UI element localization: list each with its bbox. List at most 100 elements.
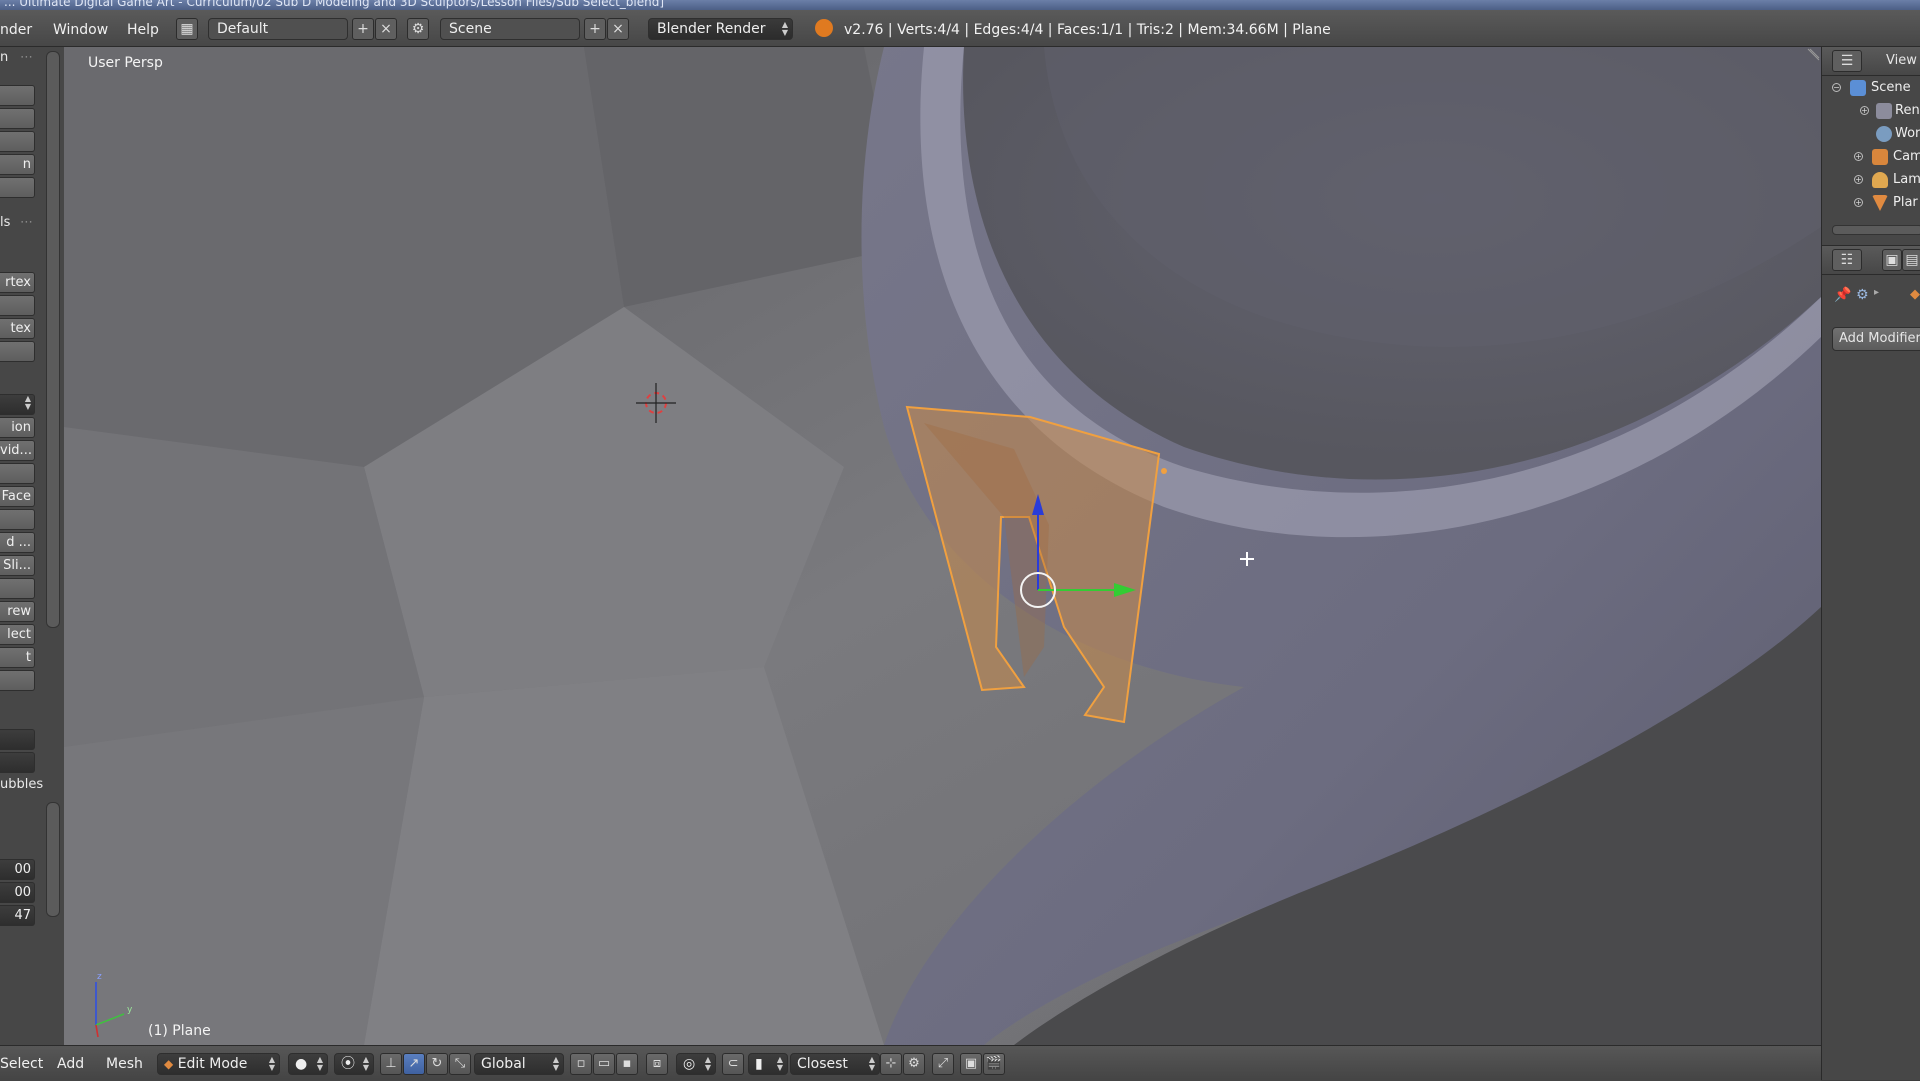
tool-button[interactable]: d ... [0, 532, 35, 553]
menu-window[interactable]: Window [53, 22, 108, 38]
mode-dropdown[interactable]: ◆ Edit Mode ▲ ▼ [157, 1053, 280, 1075]
tool-button[interactable] [0, 341, 35, 362]
snap-project-icon[interactable]: ⚙ [903, 1053, 925, 1075]
viewport-header: Select Add Mesh ◆ Edit Mode ▲ ▼ ● ▲ ▼ ⦿ ▲ ▼… [0, 1045, 1821, 1081]
manipulator-toggle-icon[interactable]: ⊥ [380, 1053, 402, 1075]
tool-dropdown[interactable]: ▲ ▼ [0, 394, 35, 415]
snap-target-label: Closest [797, 1056, 848, 1072]
tool-button-screw[interactable]: rew [0, 601, 35, 622]
shelf-scrollbar[interactable] [46, 802, 60, 917]
viewport-scene[interactable] [64, 47, 1821, 1045]
collapse-icon[interactable]: − [1832, 83, 1841, 92]
scene-context-icon[interactable]: ⚙ [1856, 287, 1869, 303]
screen-layout-field[interactable]: Default [208, 18, 348, 40]
outliner-item-scene[interactable]: − Scene [1822, 77, 1920, 99]
tool-button[interactable] [0, 85, 35, 106]
numeric-field[interactable]: 00 [0, 859, 35, 880]
menu-render[interactable]: nder [0, 22, 32, 38]
tool-button-vertex[interactable]: tex [0, 318, 35, 339]
3d-viewport[interactable]: User Persp (1) Plane z y [64, 47, 1821, 1045]
pivot-icon: ⦿ [341, 1056, 355, 1072]
render-animation-icon[interactable]: 🎬 [983, 1053, 1005, 1075]
scene-selector-icon[interactable]: ⚙ [407, 18, 429, 40]
tool-button[interactable]: t [0, 647, 35, 668]
expand-icon[interactable]: + [1854, 152, 1863, 161]
shelf-scrollbar[interactable] [46, 51, 60, 628]
tool-button-face[interactable]: Face [0, 486, 35, 507]
tool-button[interactable] [0, 108, 35, 129]
render-layers-tab-icon[interactable]: ▤ [1902, 249, 1920, 271]
orientation-label: Global [481, 1056, 526, 1072]
expand-icon[interactable]: + [1854, 175, 1863, 184]
blender-logo-icon [815, 19, 833, 37]
tool-dropdown[interactable] [0, 752, 35, 773]
numeric-field[interactable]: 47 [0, 905, 35, 926]
tool-button-vertex[interactable]: rtex [0, 272, 35, 293]
tool-button[interactable] [0, 131, 35, 152]
add-scene-icon[interactable]: + [584, 18, 606, 40]
tool-button[interactable]: n [0, 154, 35, 175]
scene-field[interactable]: Scene [440, 18, 580, 40]
snap-element-dropdown[interactable]: ▮ ▲ ▼ [748, 1053, 788, 1075]
tool-button[interactable] [0, 578, 35, 599]
face-select-mode-icon[interactable]: ▪ [616, 1053, 638, 1075]
menu-add[interactable]: Add [57, 1056, 84, 1072]
edge-select-mode-icon[interactable]: ▭ [593, 1053, 615, 1075]
screen-layout-icon[interactable]: ▦ [176, 18, 198, 40]
render-image-icon[interactable]: ▣ [960, 1053, 982, 1075]
menu-select[interactable]: Select [0, 1056, 43, 1072]
mode-label: Edit Mode [177, 1056, 248, 1072]
active-object-label: (1) Plane [148, 1023, 211, 1039]
expand-icon[interactable]: + [1854, 198, 1863, 207]
limit-selection-icon[interactable]: ⧈ [646, 1053, 668, 1075]
properties-editor-type-icon[interactable]: ☷ [1832, 249, 1862, 271]
object-context-icon[interactable]: ◆ [1910, 287, 1920, 302]
opengl-render-icon[interactable]: ⤢ [932, 1053, 954, 1075]
translate-manipulator-icon[interactable]: ↗ [403, 1053, 425, 1075]
remove-layout-icon[interactable]: × [375, 18, 397, 40]
tool-button[interactable]: ion [0, 417, 35, 438]
outliner-scrollbar[interactable] [1832, 225, 1920, 235]
viewport-shading-dropdown[interactable]: ● ▲ ▼ [288, 1053, 328, 1075]
outliner-item-plane[interactable]: + Plar [1822, 192, 1920, 214]
scene-stats: v2.76 | Verts:4/4 | Edges:4/4 | Faces:1/… [844, 22, 1331, 38]
tool-dropdown[interactable] [0, 729, 35, 750]
transform-orientation-dropdown[interactable]: Global ▲ ▼ [474, 1053, 564, 1075]
pivot-point-dropdown[interactable]: ⦿ ▲ ▼ [334, 1053, 374, 1075]
scale-manipulator-icon[interactable]: ⤡ [449, 1053, 471, 1075]
tool-button[interactable] [0, 463, 35, 484]
vertex-select-mode-icon[interactable]: ▫ [570, 1053, 592, 1075]
proportional-editing-dropdown[interactable]: ◎ ▲ ▼ [676, 1053, 716, 1075]
tool-button-subdivide[interactable]: vid... [0, 440, 35, 461]
expand-icon[interactable]: + [1860, 106, 1869, 115]
camera-icon [1872, 149, 1888, 165]
outliner-item-render-layers[interactable]: + Ren [1822, 100, 1920, 122]
outliner-view-menu[interactable]: View [1886, 53, 1917, 68]
tool-button[interactable] [0, 670, 35, 691]
outliner-item-camera[interactable]: + Cam [1822, 146, 1920, 168]
render-tab-icon[interactable]: ▣ [1882, 249, 1902, 271]
remove-scene-icon[interactable]: × [607, 18, 629, 40]
add-modifier-button[interactable]: Add Modifier [1832, 327, 1920, 351]
vertex-handle[interactable] [1161, 468, 1167, 474]
menu-help[interactable]: Help [127, 22, 159, 38]
outliner-item-world[interactable]: Wor [1822, 123, 1920, 145]
tool-button[interactable] [0, 295, 35, 316]
tool-button[interactable] [0, 177, 35, 198]
pin-icon[interactable]: 📌 [1834, 287, 1851, 303]
outliner-item-lamp[interactable]: + Lam [1822, 169, 1920, 191]
outliner-editor-type-icon[interactable]: ☰ [1832, 50, 1862, 72]
tool-button-slide[interactable]: Sli... [0, 555, 35, 576]
snap-toggle-icon[interactable]: ⊂ [722, 1053, 744, 1075]
render-engine-dropdown[interactable]: Blender Render ▲ ▼ [648, 18, 793, 40]
tool-button[interactable] [0, 509, 35, 530]
axis-y-label: y [127, 1005, 133, 1015]
tool-button-select[interactable]: lect [0, 624, 35, 645]
menu-mesh[interactable]: Mesh [106, 1056, 143, 1072]
snap-target-dropdown[interactable]: Closest ▲ ▼ [790, 1053, 880, 1075]
rotate-manipulator-icon[interactable]: ↻ [426, 1053, 448, 1075]
snap-align-icon[interactable]: ⊹ [880, 1053, 902, 1075]
add-layout-icon[interactable]: + [352, 18, 374, 40]
remove-doubles-label[interactable]: ubbles [0, 777, 43, 792]
numeric-field[interactable]: 00 [0, 882, 35, 903]
